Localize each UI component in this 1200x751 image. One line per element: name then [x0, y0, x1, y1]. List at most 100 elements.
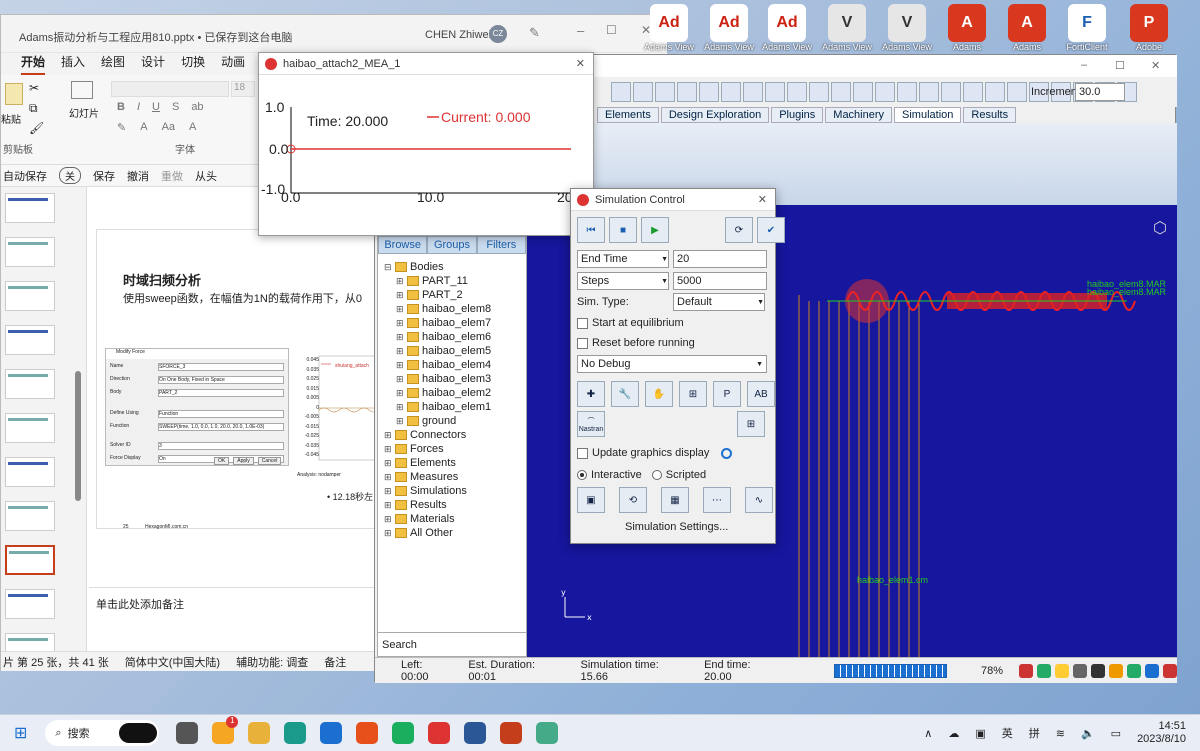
slide-thumbnail[interactable]	[5, 325, 55, 355]
toolbar-tool-icon[interactable]	[677, 82, 697, 102]
adams-minimize-icon[interactable]: –	[1081, 59, 1087, 71]
taskbar-app-icon[interactable]	[464, 722, 487, 744]
ribbon-tab[interactable]: 绘图	[101, 53, 125, 75]
slide-thumbnail[interactable]	[5, 589, 55, 619]
from-start-button[interactable]: 从头	[195, 168, 217, 184]
expand-icon[interactable]: ⊞	[396, 402, 404, 413]
expand-icon[interactable]: ⊞	[384, 444, 392, 455]
autosave-toggle[interactable]: 关	[59, 167, 81, 184]
simulation-settings-button[interactable]: Simulation Settings...	[625, 521, 728, 533]
toolbar-tool-icon[interactable]	[875, 82, 895, 102]
adams-tab[interactable]: Design Exploration	[660, 107, 770, 123]
undo-button[interactable]: 撤消	[127, 168, 149, 184]
slide-thumbnail[interactable]	[5, 193, 55, 223]
debug-combo[interactable]: No Debug ▼	[577, 355, 767, 373]
change-case-icon[interactable]: Aa	[162, 121, 175, 134]
toolbar-tool-icon[interactable]	[765, 82, 785, 102]
volume-icon[interactable]: 🔈	[1081, 727, 1095, 740]
taskbar-app-icon[interactable]	[428, 722, 451, 744]
bold-button[interactable]: B	[117, 101, 125, 113]
hexagon-widget[interactable]	[119, 723, 158, 743]
end-time-input[interactable]: 20	[673, 250, 767, 268]
italic-button[interactable]: I	[137, 101, 140, 113]
expand-icon[interactable]: ⊞	[396, 304, 404, 315]
expand-icon[interactable]: ⊞	[396, 346, 404, 357]
strike-button[interactable]: S	[172, 101, 179, 113]
expand-icon[interactable]: ⊞	[396, 290, 404, 301]
adams-close-icon[interactable]: ✕	[1151, 59, 1160, 72]
toolbar-tool-icon[interactable]	[985, 82, 1005, 102]
toolbar-tool-icon[interactable]	[633, 82, 653, 102]
browser-tab[interactable]: Filters	[476, 236, 526, 254]
copy-icon[interactable]: ⧉	[29, 101, 38, 116]
tree-item[interactable]: ⊞ haibao_elem2	[384, 386, 526, 400]
plot-close-icon[interactable]: ✕	[576, 57, 585, 70]
tree-item[interactable]: ⊞ haibao_elem6	[384, 330, 526, 344]
sim-tool-icon[interactable]: 🔧	[611, 381, 639, 407]
tree-item[interactable]: ⊞ Measures	[384, 470, 526, 484]
tree-item[interactable]: ⊞ haibao_elem8	[384, 302, 526, 316]
slide-thumbnail[interactable]	[5, 369, 55, 399]
ribbon-tab[interactable]: 开始	[21, 53, 46, 75]
start-equilibrium-checkbox[interactable]	[577, 317, 588, 329]
desktop-icon[interactable]: Ad Adams View	[700, 4, 758, 58]
toolbar-tool-icon[interactable]	[941, 82, 961, 102]
scripted-radio[interactable]	[651, 470, 662, 480]
save-button[interactable]: 保存	[93, 168, 115, 184]
tree-item[interactable]: ⊞ All Other	[384, 526, 526, 540]
start-button[interactable]: ⊞	[14, 723, 27, 743]
notes-button[interactable]: 备注	[324, 654, 346, 670]
toolbar-tool-icon[interactable]	[897, 82, 917, 102]
clock[interactable]: 14:51 2023/8/10	[1137, 720, 1186, 746]
status-tool-icon[interactable]	[1055, 663, 1069, 678]
expand-icon[interactable]: ⊞	[396, 332, 404, 343]
adams-tab[interactable]: Plugins	[771, 107, 824, 123]
wifi-icon[interactable]: ≋	[1056, 727, 1065, 740]
toolbar-tool-icon[interactable]	[787, 82, 807, 102]
ime-mode[interactable]: 拼	[1029, 725, 1040, 741]
sim-tool-icon[interactable]: AB	[747, 381, 775, 407]
desktop-icon[interactable]: Ad Adams View	[640, 4, 698, 58]
status-tool-icon[interactable]	[1073, 663, 1087, 678]
steps-mode-combo[interactable]: Steps ▼	[577, 272, 669, 290]
expand-icon[interactable]: ⊞	[384, 528, 392, 539]
ime-lang[interactable]: 英	[1002, 725, 1013, 741]
status-tool-icon[interactable]	[1091, 663, 1105, 678]
highlight-icon[interactable]: ✎	[117, 121, 126, 134]
expand-icon[interactable]: ⊞	[384, 458, 392, 469]
battery-icon[interactable]: ▭	[1111, 727, 1121, 740]
slide-thumbnail[interactable]	[5, 237, 55, 267]
toolbar-tool-icon[interactable]	[919, 82, 939, 102]
taskbar-app-icon[interactable]	[536, 722, 559, 744]
status-tool-icon[interactable]	[1163, 663, 1177, 678]
toolbar-tool-icon[interactable]	[809, 82, 829, 102]
onedrive-icon[interactable]: ☁	[948, 727, 959, 740]
expand-icon[interactable]: ⊞	[384, 486, 392, 497]
expand-icon[interactable]: ⊞	[384, 430, 392, 441]
toolbar-tool-icon[interactable]	[831, 82, 851, 102]
tree-item[interactable]: ⊞ ground	[384, 414, 526, 428]
steps-input[interactable]: 5000	[673, 272, 767, 290]
slideshow-icon[interactable]	[71, 81, 93, 99]
taskbar-app-icon[interactable]	[320, 722, 343, 744]
adams-tab[interactable]: Elements	[597, 107, 659, 123]
expand-icon[interactable]: ⊞	[384, 472, 392, 483]
tree-item[interactable]: ⊞ haibao_elem1	[384, 400, 526, 414]
measure-plot-button[interactable]: ⊞	[737, 411, 765, 437]
expand-icon[interactable]: ⊞	[396, 318, 404, 329]
tree-item[interactable]: ⊞ Connectors	[384, 428, 526, 442]
browser-tab[interactable]: Browse	[378, 236, 428, 254]
browser-search[interactable]: Search	[378, 632, 526, 656]
tree-item[interactable]: ⊞ Materials	[384, 512, 526, 526]
status-tool-icon[interactable]	[1109, 663, 1123, 678]
paste-icon[interactable]	[5, 83, 23, 105]
thumb-scrollbar[interactable]	[75, 371, 81, 501]
reset-before-checkbox[interactable]	[577, 337, 588, 349]
avatar[interactable]: CZ	[489, 25, 507, 43]
accessibility-status[interactable]: 辅助功能: 调查	[236, 654, 308, 670]
tree-item[interactable]: ⊞ Results	[384, 498, 526, 512]
tree-item[interactable]: ⊞ Simulations	[384, 484, 526, 498]
font-name-combo[interactable]	[111, 81, 229, 97]
maximize-icon[interactable]: ☐	[606, 23, 617, 37]
sim-tool-icon[interactable]: ▦	[661, 487, 689, 513]
